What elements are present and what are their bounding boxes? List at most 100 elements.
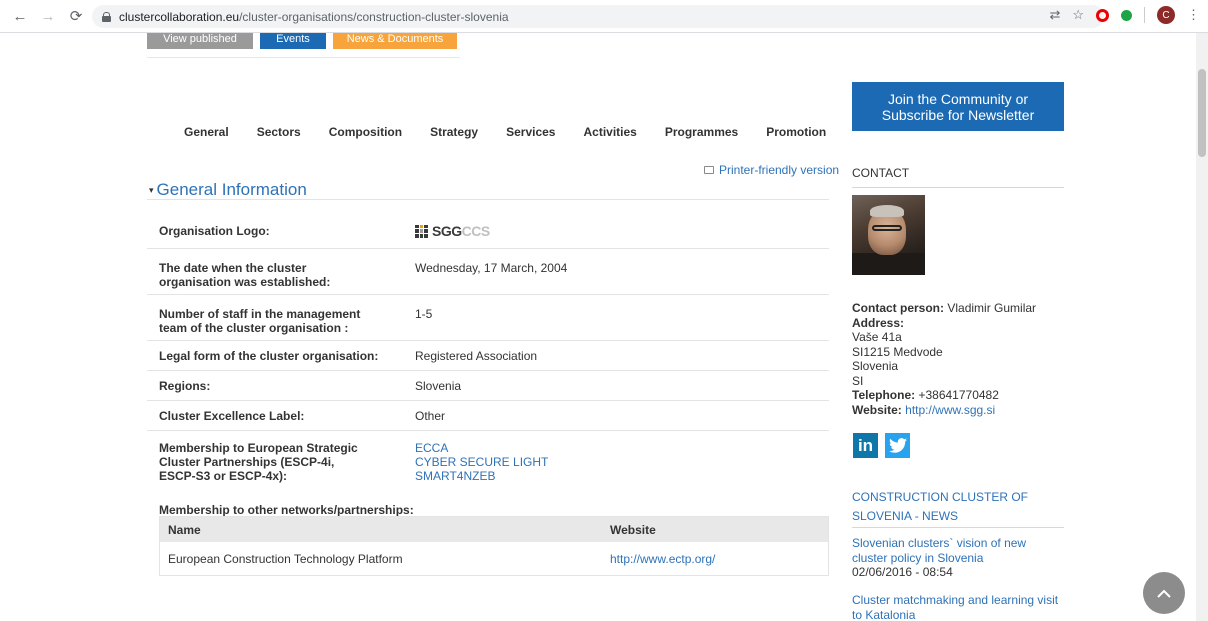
address-bar[interactable]: clustercollaboration.eu/cluster-organisa… — [92, 5, 1104, 28]
join-label-line1: Join the Community or — [887, 90, 1029, 107]
contact-photo — [852, 195, 925, 275]
tab-programmes[interactable]: Programmes — [665, 125, 738, 139]
table-header: Name Website — [160, 517, 828, 542]
news-title-link[interactable]: Cluster matchmaking and learning visit t… — [852, 593, 1058, 621]
news-documents-button[interactable]: News & Documents — [333, 33, 457, 49]
tab-general[interactable]: General — [184, 125, 229, 139]
browser-toolbar: ← → ⟳ clustercollaboration.eu/cluster-or… — [0, 0, 1208, 33]
membership-table: Name Website European Construction Techn… — [159, 516, 829, 576]
news-item: Slovenian clusters` vision of new cluste… — [852, 536, 1064, 580]
contact-details: Contact person: Vladimir Gumilar Address… — [852, 301, 1036, 417]
telephone: +38641770482 — [918, 388, 999, 402]
logo-text: SGG — [432, 223, 462, 239]
organisation-logo: SGGCCS — [415, 224, 490, 238]
divider — [852, 187, 1064, 188]
tab-services[interactable]: Services — [506, 125, 555, 139]
address-label: Address: — [852, 315, 905, 330]
address-line: Vaše 41a — [852, 330, 902, 344]
info-row-excellence: Cluster Excellence Label: Other — [147, 401, 829, 431]
logo-text: CCS — [461, 223, 491, 239]
contact-heading: CONTACT — [852, 166, 910, 180]
top-button-group: View published Events News & Documents — [147, 33, 457, 49]
news-item: Cluster matchmaking and learning visit t… — [852, 593, 1064, 621]
scrollbar-thumb[interactable] — [1198, 69, 1206, 157]
info-row-date: The date when the cluster organisation w… — [147, 249, 829, 295]
section-title: General Information — [156, 180, 307, 199]
events-button[interactable]: Events — [260, 33, 326, 49]
printer-friendly-link[interactable]: Printer-friendly version — [704, 163, 839, 177]
info-row-staff: Number of staff in the management team o… — [147, 295, 829, 341]
info-label: Number of staff in the management team o… — [159, 307, 361, 335]
membership-website-link[interactable]: http://www.ectp.org/ — [610, 552, 715, 566]
tab-composition[interactable]: Composition — [329, 125, 402, 139]
info-row-escp: Membership to European Strategic Cluster… — [147, 431, 829, 493]
general-info-table: Organisation Logo: SGGCCS The date when … — [147, 214, 829, 493]
general-information-toggle[interactable]: ▾ General Information — [149, 180, 307, 200]
info-value: 1-5 — [415, 307, 433, 321]
info-value: Wednesday, 17 March, 2004 — [415, 261, 568, 275]
logo-mark-icon — [415, 224, 428, 238]
lock-icon — [102, 11, 111, 22]
page-scrollbar[interactable] — [1196, 33, 1208, 621]
divider — [147, 57, 460, 58]
reload-icon[interactable]: ⟳ — [64, 4, 88, 28]
membership-name: European Construction Technology Platfor… — [168, 551, 403, 566]
page-content: View published Events News & Documents G… — [0, 33, 1208, 621]
printer-icon — [704, 166, 714, 174]
website-label: Website: — [852, 402, 902, 417]
divider — [852, 527, 1064, 528]
caret-down-icon: ▾ — [149, 184, 154, 195]
url-path: /cluster-organisations/construction-clus… — [239, 9, 509, 24]
opera-extension-icon[interactable] — [1096, 8, 1109, 22]
column-header-website: Website — [610, 522, 656, 537]
escp-link-cyber-secure-light[interactable]: CYBER SECURE LIGHT — [415, 455, 548, 469]
info-label: Membership to European Strategic Cluster… — [159, 441, 358, 483]
view-published-button[interactable]: View published — [147, 33, 253, 49]
info-row-logo: Organisation Logo: SGGCCS — [147, 214, 829, 249]
address-line: SI1215 Medvode — [852, 344, 943, 359]
news-title-link[interactable]: Slovenian clusters` vision of new cluste… — [852, 536, 1026, 565]
join-label-line2: Subscribe for Newsletter — [881, 106, 1035, 123]
contact-person-label: Contact person: — [852, 301, 945, 315]
back-to-top-button[interactable] — [1143, 572, 1185, 614]
translate-icon[interactable]: ⇄ — [1049, 7, 1060, 23]
back-icon[interactable]: ← — [8, 4, 32, 28]
join-community-button[interactable]: Join the Community or Subscribe for News… — [852, 82, 1064, 131]
address-line: Slovenia — [852, 359, 899, 373]
info-value: Registered Association — [415, 348, 538, 363]
news-date: 02/06/2016 - 08:54 — [852, 565, 953, 579]
info-row-legal: Legal form of the cluster organisation: … — [147, 341, 829, 371]
info-value: Slovenia — [415, 378, 462, 393]
twitter-icon[interactable] — [885, 433, 910, 458]
linkedin-icon[interactable]: in — [853, 433, 878, 458]
extension-green-icon[interactable] — [1121, 9, 1132, 21]
star-icon[interactable]: ☆ — [1072, 7, 1084, 23]
table-row: European Construction Technology Platfor… — [160, 542, 828, 575]
address-line: SI — [852, 373, 864, 388]
chevron-up-icon — [1157, 589, 1171, 598]
info-label: Organisation Logo: — [159, 224, 270, 238]
tab-activities[interactable]: Activities — [583, 125, 636, 139]
profile-avatar[interactable]: C — [1157, 6, 1175, 24]
info-label: The date when the cluster organisation w… — [159, 261, 331, 289]
tab-strategy[interactable]: Strategy — [430, 125, 478, 139]
divider — [147, 199, 829, 200]
info-value: Other — [415, 408, 446, 423]
tab-promotion[interactable]: Promotion — [766, 125, 826, 139]
forward-icon[interactable]: → — [36, 4, 60, 28]
printer-link-label: Printer-friendly version — [719, 163, 840, 177]
menu-kebab-icon[interactable]: ⋮ — [1187, 7, 1200, 23]
membership-title: Membership to other networks/partnership… — [159, 503, 414, 517]
social-links: in — [853, 433, 910, 458]
escp-link-smart4nzeb[interactable]: SMART4NZEB — [415, 469, 548, 483]
toolbar-divider — [1144, 7, 1145, 23]
section-tabs: General Sectors Composition Strategy Ser… — [184, 125, 854, 139]
info-row-regions: Regions: Slovenia — [147, 371, 829, 401]
news-heading[interactable]: CONSTRUCTION CLUSTER OF SLOVENIA - NEWS — [852, 488, 1064, 526]
url-host: clustercollaboration.eu — [119, 9, 240, 24]
contact-website-link[interactable]: http://www.sgg.si — [905, 403, 995, 417]
info-value: ECCA CYBER SECURE LIGHT SMART4NZEB — [415, 441, 548, 493]
info-label: Cluster Excellence Label: — [159, 408, 305, 423]
escp-link-ecca[interactable]: ECCA — [415, 441, 548, 455]
tab-sectors[interactable]: Sectors — [257, 125, 301, 139]
